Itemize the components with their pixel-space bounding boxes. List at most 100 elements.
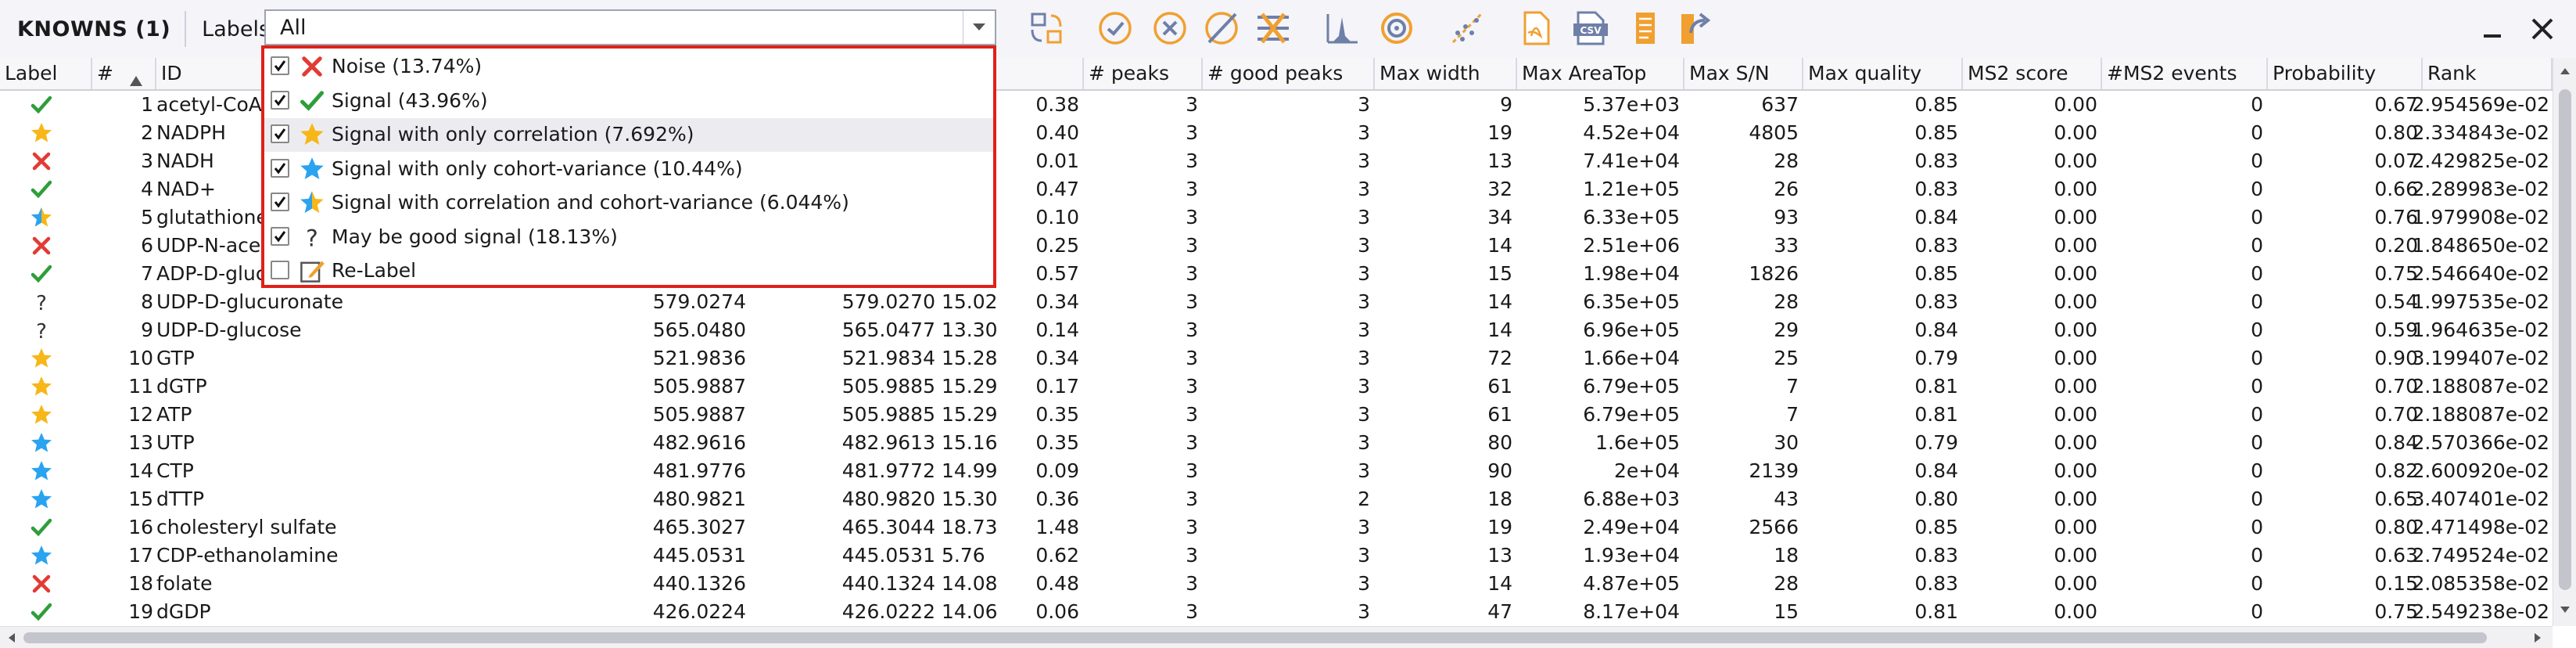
- close-icon[interactable]: [2523, 9, 2562, 49]
- table-row[interactable]: 18 folate 440.1326 440.1324 14.08 0.48 3 3 14 4.8…: [0, 570, 2553, 598]
- option-checkbox[interactable]: [271, 56, 289, 75]
- share-export-icon[interactable]: [1674, 8, 1714, 49]
- star-blue-icon[interactable]: [30, 544, 53, 567]
- dropdown-option[interactable]: Signal with correlation and cohort-varia…: [264, 186, 993, 220]
- vertical-scrollbar[interactable]: [2553, 58, 2576, 626]
- cell-num: 5: [141, 206, 153, 229]
- column-header[interactable]: #: [92, 58, 156, 89]
- horizontal-scroll-thumb[interactable]: [23, 632, 2487, 643]
- table-row[interactable]: 19 dGDP 426.0224 426.0222 14.06 0.06 3 3 47 8.17e…: [0, 598, 2553, 626]
- scatter-icon[interactable]: [1447, 8, 1487, 49]
- option-checkbox[interactable]: [271, 193, 289, 211]
- column-header[interactable]: Max width: [1375, 58, 1517, 89]
- column-header[interactable]: # good peaks: [1203, 58, 1375, 89]
- cell-id: UDP-D-glucuronate: [156, 290, 343, 313]
- dropdown-option[interactable]: ? May be good signal (18.13%): [264, 221, 993, 254]
- document-export-icon[interactable]: [1625, 8, 1666, 49]
- column-header[interactable]: Label: [0, 58, 92, 89]
- column-header[interactable]: Max S/N: [1684, 58, 1803, 89]
- star-gold-icon[interactable]: [30, 121, 53, 145]
- horizontal-scrollbar[interactable]: [0, 626, 2553, 648]
- cell-width: 13: [1487, 544, 1512, 567]
- check-icon[interactable]: [30, 178, 53, 201]
- chevron-down-icon[interactable]: [963, 11, 995, 44]
- cell-good: 3: [1358, 544, 1370, 567]
- question-mark-icon[interactable]: ?: [30, 290, 53, 315]
- check-icon[interactable]: [30, 516, 53, 539]
- check-circle-icon[interactable]: [1095, 8, 1136, 49]
- x-circle-icon[interactable]: [1150, 8, 1190, 49]
- cell-peaks: 3: [1186, 149, 1198, 172]
- check-icon[interactable]: [30, 262, 53, 286]
- table-row[interactable]: ? 9 UDP-D-glucose 565.0480 565.0477 13.30 0.14…: [0, 316, 2553, 344]
- star-gold-icon[interactable]: [30, 375, 53, 398]
- star-mixed-icon[interactable]: [30, 206, 53, 229]
- cell-area: 6.96e+05: [1583, 319, 1680, 341]
- option-checkbox[interactable]: [271, 90, 289, 110]
- dropdown-option[interactable]: Signal with only correlation (7.692%): [264, 118, 993, 152]
- column-header[interactable]: Max quality: [1803, 58, 1963, 89]
- option-checkbox[interactable]: [271, 261, 289, 279]
- dropdown-option[interactable]: Noise (13.74%): [264, 50, 993, 84]
- cell-mz1: 426.0224: [652, 600, 746, 623]
- table-row[interactable]: 11 dGTP 505.9887 505.9885 15.29 0.17 3 3 61 6.79e…: [0, 373, 2553, 401]
- swap-icon[interactable]: [1026, 8, 1067, 49]
- x-icon[interactable]: [30, 149, 53, 173]
- cell-rank: 2.188087e-02: [2412, 403, 2549, 426]
- column-header[interactable]: # peaks: [1084, 58, 1203, 89]
- cell-width: 14: [1487, 572, 1512, 595]
- cell-ms2: 0.00: [2054, 572, 2097, 595]
- star-blue-icon[interactable]: [30, 459, 53, 483]
- star-gold-icon[interactable]: [30, 347, 53, 370]
- cell-ms2: 0.00: [2054, 488, 2097, 510]
- labels-filter-select[interactable]: All: [264, 9, 996, 45]
- minimize-icon[interactable]: [2473, 9, 2512, 49]
- chart-peak-icon[interactable]: [1322, 8, 1362, 49]
- column-header[interactable]: MS2 score: [1963, 58, 2102, 89]
- table-row[interactable]: ? 8 UDP-D-glucuronate 579.0274 579.0270 15.02…: [0, 288, 2553, 316]
- cell-mz1: 505.9887: [652, 375, 746, 398]
- column-header[interactable]: Probability: [2268, 58, 2423, 89]
- table-row[interactable]: 15 dTTP 480.9821 480.9820 15.30 0.36 3 2 18 6.88e…: [0, 485, 2553, 513]
- column-header[interactable]: Max AreaTop: [1517, 58, 1684, 89]
- cell-ms2: 0.00: [2054, 262, 2097, 285]
- target-icon[interactable]: [1376, 8, 1417, 49]
- cell-good: 3: [1358, 572, 1370, 595]
- table-row[interactable]: 16 cholesteryl sulfate 465.3027 465.3044 18.…: [0, 513, 2553, 542]
- csv-export-icon[interactable]: CSV: [1570, 8, 1611, 49]
- column-header[interactable]: Rank: [2423, 58, 2553, 89]
- star-blue-icon[interactable]: [30, 431, 53, 455]
- filter-x-icon[interactable]: [1253, 8, 1293, 49]
- cell-mz2: 465.3044: [841, 516, 935, 538]
- x-icon[interactable]: [30, 572, 53, 596]
- dropdown-option[interactable]: Signal with only cohort-variance (10.44%…: [264, 153, 993, 186]
- vertical-scroll-thumb[interactable]: [2559, 89, 2571, 590]
- table-row[interactable]: 17 CDP-ethanolamine 445.0531 445.0531 5.76 0.…: [0, 542, 2553, 570]
- cell-drt: 0.17: [1035, 375, 1079, 398]
- cell-ms2ev: 0: [2251, 262, 2263, 285]
- question-mark-icon[interactable]: ?: [30, 319, 53, 344]
- check-icon[interactable]: [30, 600, 53, 624]
- dropdown-option[interactable]: Signal (43.96%): [264, 85, 993, 118]
- star-blue-icon[interactable]: [30, 488, 53, 511]
- table-row[interactable]: 12 ATP 505.9887 505.9885 15.29 0.35 3 3 61 6.79e+…: [0, 401, 2553, 429]
- option-checkbox[interactable]: [271, 124, 289, 143]
- option-checkbox[interactable]: [271, 226, 289, 246]
- dropdown-option[interactable]: Re-Label: [264, 254, 993, 288]
- check-icon[interactable]: [30, 93, 53, 117]
- option-label: Signal with only cohort-variance (10.44%…: [332, 157, 743, 180]
- cell-peaks: 3: [1186, 319, 1198, 341]
- pdf-export-icon[interactable]: [1516, 8, 1556, 49]
- star-gold-icon[interactable]: [30, 403, 53, 427]
- x-icon[interactable]: [30, 234, 53, 257]
- table-row[interactable]: 14 CTP 481.9776 481.9772 14.99 0.09 3 3 90 2e+04 2…: [0, 457, 2553, 485]
- table-row[interactable]: 10 GTP 521.9836 521.9834 15.28 0.34 3 3 72 1.66e+…: [0, 344, 2553, 373]
- no-entry-icon[interactable]: [1201, 8, 1242, 49]
- cell-rank: 2.749524e-02: [2412, 544, 2549, 567]
- column-header[interactable]: #MS2 events: [2102, 58, 2268, 89]
- labels-filter-value: All: [280, 16, 307, 40]
- table-row[interactable]: 13 UTP 482.9616 482.9613 15.16 0.35 3 3 80 1.6e+0…: [0, 429, 2553, 457]
- option-checkbox[interactable]: [271, 158, 289, 178]
- cell-mz1: 521.9836: [652, 347, 746, 369]
- cell-width: 47: [1487, 600, 1512, 623]
